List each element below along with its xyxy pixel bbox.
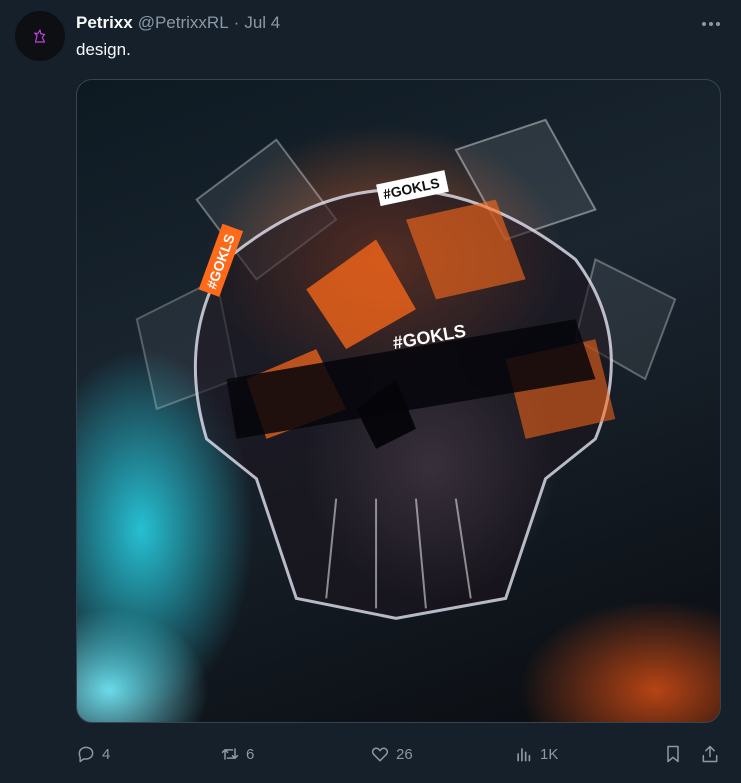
share-icon [702,745,718,763]
reply-count: 4 [102,745,111,763]
views-count: 1K [540,745,559,763]
author-name[interactable]: Petrixx [76,13,133,33]
retweet-count: 6 [246,745,255,763]
reply-button[interactable]: 4 [76,742,110,766]
share-button[interactable] [700,742,720,766]
bookmark-icon [667,745,679,763]
more-options-icon[interactable] [701,14,721,34]
tweet-actions: 4 6 26 1K [76,742,726,766]
retweet-button[interactable]: 6 [220,742,254,766]
separator-dot: · [233,13,240,32]
tweet-media-image[interactable]: #GOKLS #GOKLS #GOKLS [76,79,721,723]
heart-icon [371,747,389,762]
skull-artwork: #GOKLS #GOKLS #GOKLS [135,118,677,620]
retweet-icon [221,748,239,760]
tweet-header: Petrixx @PetrixxRL · Jul 4 [76,13,280,33]
bookmark-button[interactable] [663,742,683,766]
tweet-text: design. [76,40,131,59]
tweet[interactable]: Petrixx @PetrixxRL · Jul 4 design. #GOKL… [0,0,741,783]
reply-icon [78,746,94,763]
like-count: 26 [396,745,413,763]
unicorn-logo-icon [34,29,46,43]
author-handle[interactable]: @PetrixxRL [138,13,229,33]
like-button[interactable]: 26 [370,742,413,766]
tweet-timestamp[interactable]: Jul 4 [244,13,280,33]
views-button[interactable]: 1K [514,742,558,766]
author-avatar[interactable] [15,11,65,61]
analytics-icon [517,748,531,762]
